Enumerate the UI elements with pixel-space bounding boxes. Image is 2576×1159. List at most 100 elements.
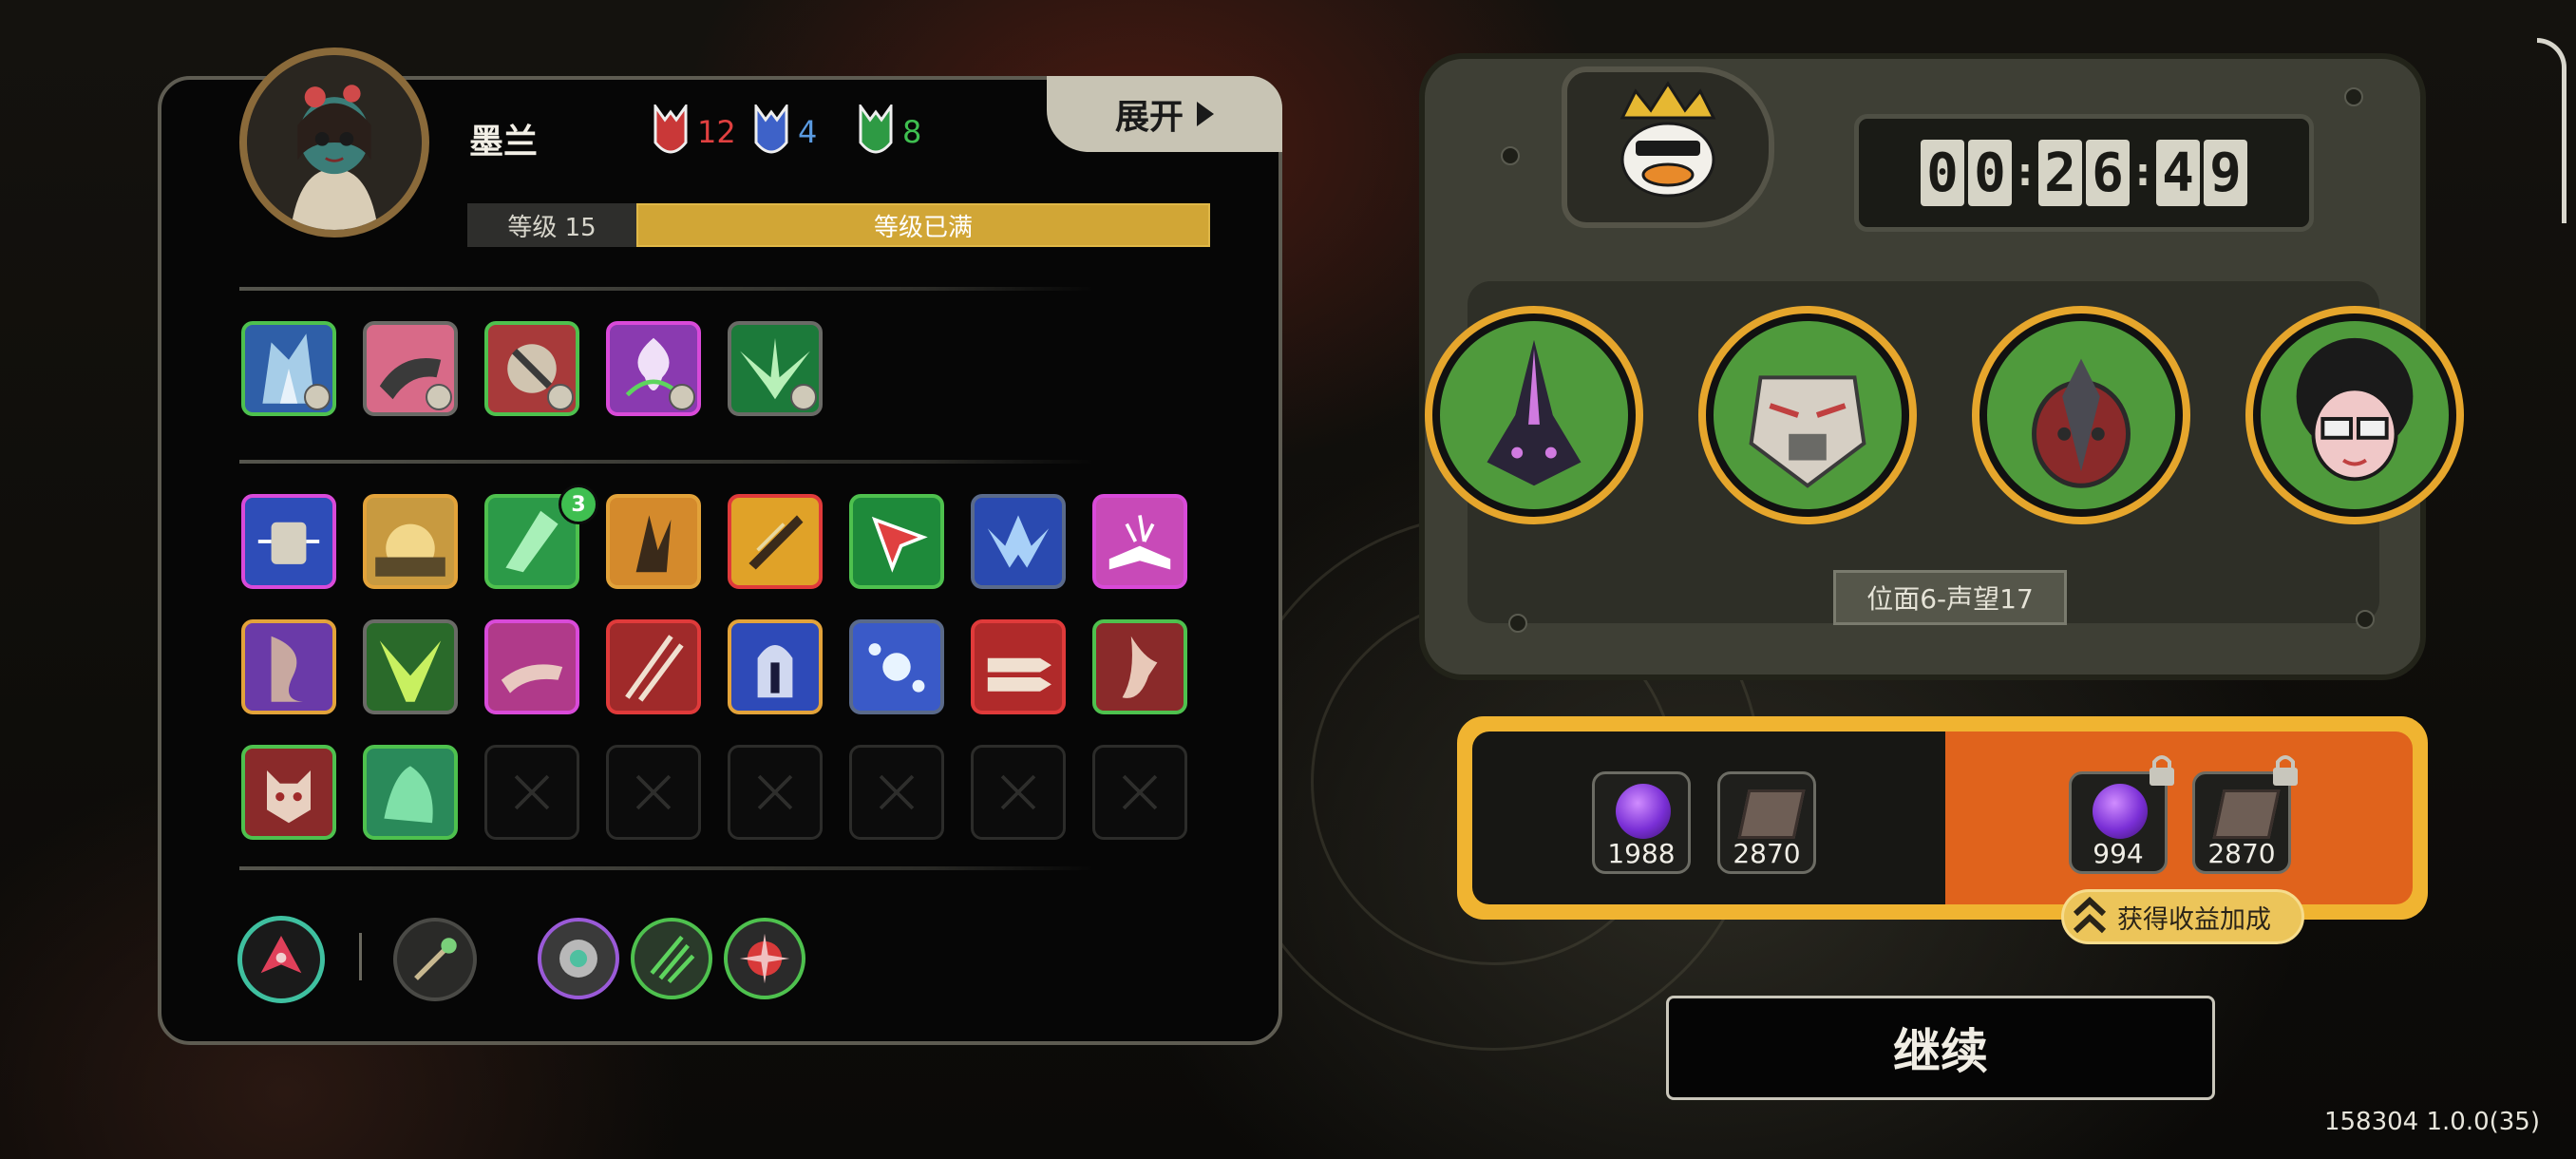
empty-slot bbox=[484, 745, 579, 840]
lock-icon bbox=[2150, 755, 2174, 786]
talent-slot-3[interactable] bbox=[724, 918, 805, 999]
talent-slot-2[interactable] bbox=[631, 918, 712, 999]
defeated-boss-portrait-1[interactable] bbox=[1425, 306, 1643, 524]
relic-slot-15[interactable] bbox=[971, 619, 1066, 714]
blue-mask-count: 4 bbox=[798, 114, 818, 150]
relic-slot-6[interactable] bbox=[849, 494, 944, 589]
bonus-label: 获得收益加成 bbox=[2117, 904, 2271, 935]
expand-button[interactable]: 展开 bbox=[1047, 76, 1282, 152]
base-rewards bbox=[1472, 732, 1945, 904]
relic-slot-10[interactable] bbox=[363, 619, 458, 714]
reward-item[interactable]: 1988 bbox=[1592, 771, 1691, 874]
relic-slot-8[interactable] bbox=[1092, 494, 1187, 589]
reward-count: 994 bbox=[2093, 838, 2144, 869]
run-timer: 0 0 : 2 6 : 4 9 bbox=[1854, 114, 2314, 232]
double-chevron-up-icon bbox=[2073, 896, 2107, 934]
play-arrow-icon bbox=[1197, 102, 1214, 126]
element-badge-icon bbox=[426, 384, 452, 410]
defeated-boss-portrait-4[interactable] bbox=[2245, 306, 2464, 524]
element-badge-icon bbox=[669, 384, 695, 410]
red-mask-currency: 12 bbox=[652, 104, 736, 160]
relic-slot-14[interactable] bbox=[849, 619, 944, 714]
reward-count: 1988 bbox=[1607, 838, 1676, 869]
screen-edge-decoration bbox=[2537, 38, 2567, 223]
level-progress-bar: 等级已满 bbox=[636, 203, 1210, 247]
relic-slot-1[interactable] bbox=[241, 494, 336, 589]
timer-digit: 9 bbox=[2204, 140, 2247, 206]
reward-count: 2870 bbox=[1733, 838, 1801, 869]
timer-colon: : bbox=[2017, 151, 2033, 195]
purple-orb-icon bbox=[1616, 784, 1671, 839]
defeated-boss-portrait-2[interactable] bbox=[1698, 306, 1917, 524]
timer-digit: 2 bbox=[2038, 140, 2082, 206]
relic-slot-16[interactable] bbox=[1092, 619, 1187, 714]
boss-emblem bbox=[1562, 66, 1774, 228]
skill-slot-5[interactable] bbox=[728, 321, 823, 416]
divider bbox=[359, 933, 362, 980]
skill-slot-2[interactable] bbox=[363, 321, 458, 416]
continue-button[interactable]: 继续 bbox=[1666, 996, 2215, 1100]
bonus-reward-item[interactable]: 2870 bbox=[2192, 771, 2291, 874]
relic-slot-2[interactable] bbox=[363, 494, 458, 589]
relic-slot-9[interactable] bbox=[241, 619, 336, 714]
relic-slot-11[interactable] bbox=[484, 619, 579, 714]
relic-slot-5[interactable] bbox=[728, 494, 823, 589]
divider bbox=[239, 287, 1094, 291]
empty-slot bbox=[606, 745, 701, 840]
relic-slot-17[interactable] bbox=[241, 745, 336, 840]
armored-beast-icon bbox=[1749, 375, 1866, 488]
weapon-slot[interactable] bbox=[237, 916, 325, 1003]
blue-mask-icon bbox=[754, 104, 788, 154]
character-name: 墨兰 bbox=[469, 123, 539, 162]
element-badge-icon bbox=[790, 384, 817, 410]
book-icon bbox=[1737, 789, 1806, 839]
character-avatar bbox=[239, 48, 429, 238]
empty-slot bbox=[849, 745, 944, 840]
element-badge-icon bbox=[304, 384, 331, 410]
blue-mask-currency: 4 bbox=[752, 104, 817, 160]
skill-slot-4[interactable] bbox=[606, 321, 701, 416]
relic-slot-18[interactable] bbox=[363, 745, 458, 840]
timer-digit: 0 bbox=[1921, 140, 1964, 206]
green-mask-currency: 8 bbox=[857, 104, 921, 160]
screw-icon bbox=[1501, 146, 1520, 165]
expand-label: 展开 bbox=[1114, 98, 1184, 137]
defeated-boss-portrait-3[interactable] bbox=[1972, 306, 2190, 524]
relic-slot-4[interactable] bbox=[606, 494, 701, 589]
timer-digit: 6 bbox=[2086, 140, 2130, 206]
purple-orb-icon bbox=[2093, 784, 2148, 839]
talent-slot-1[interactable] bbox=[538, 918, 619, 999]
version-label: 158304 1.0.0(35) bbox=[2323, 1108, 2540, 1136]
target-icon bbox=[739, 933, 790, 984]
element-badge-icon bbox=[547, 384, 574, 410]
bonus-rewards bbox=[1945, 732, 2413, 904]
empty-slot bbox=[1092, 745, 1187, 840]
skill-slot-1[interactable] bbox=[241, 321, 336, 416]
timer-digit: 4 bbox=[2156, 140, 2200, 206]
screw-icon bbox=[2356, 610, 2375, 629]
green-mask-icon bbox=[859, 104, 893, 154]
reward-item[interactable]: 2870 bbox=[1717, 771, 1816, 874]
weapon-icon bbox=[260, 936, 302, 974]
helmet-creature-icon bbox=[2032, 358, 2131, 488]
accessory-slot[interactable] bbox=[393, 918, 477, 1001]
claw-icon bbox=[650, 935, 695, 984]
horned-demon-icon bbox=[1487, 339, 1582, 486]
skill-slot-3[interactable] bbox=[484, 321, 579, 416]
afro-glasses-icon bbox=[2296, 337, 2414, 482]
relic-slot-7[interactable] bbox=[971, 494, 1066, 589]
red-mask-count: 12 bbox=[697, 114, 736, 150]
bonus-reward-item[interactable]: 994 bbox=[2069, 771, 2168, 874]
staff-icon bbox=[414, 938, 457, 980]
stack-count-badge: 3 bbox=[559, 484, 598, 524]
timer-digit: 0 bbox=[1968, 140, 2012, 206]
lock-icon bbox=[2273, 755, 2298, 786]
heart-shield-icon bbox=[559, 940, 597, 978]
green-mask-count: 8 bbox=[902, 114, 922, 150]
relic-slot-13[interactable] bbox=[728, 619, 823, 714]
relic-slot-12[interactable] bbox=[606, 619, 701, 714]
reward-count: 2870 bbox=[2207, 838, 2276, 869]
bonus-boost-button[interactable]: 获得收益加成 bbox=[2061, 889, 2304, 944]
stage-label: 位面6-声望17 bbox=[1833, 570, 2067, 625]
timer-colon: : bbox=[2135, 151, 2150, 195]
